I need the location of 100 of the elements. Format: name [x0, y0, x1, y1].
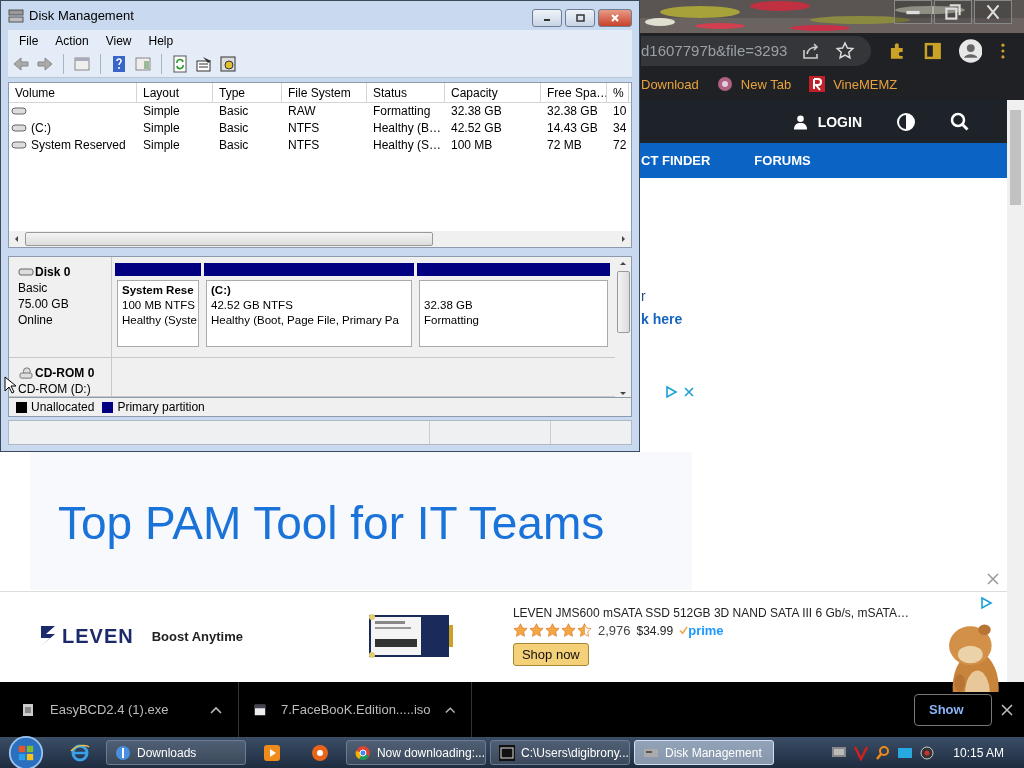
- window-title: Disk Management: [29, 8, 134, 24]
- table-cell-text: 72 MB: [546, 138, 583, 153]
- table-cell-text: 100 MB: [450, 138, 494, 153]
- scrollbar[interactable]: [1007, 100, 1024, 682]
- ad-banner[interactable]: Top PAM Tool for IT Teams: [30, 452, 692, 590]
- back-arrow-icon[interactable]: [12, 54, 30, 73]
- nav-link[interactable]: CT FINDER: [641, 153, 711, 168]
- product-title[interactable]: LEVEN JMS600 mSATA SSD 512GB 3D NAND SATA III 6 Gb/s, mSATA…: [512, 606, 910, 620]
- brand-logo: LEVEN: [38, 624, 134, 648]
- speaker-icon[interactable]: [919, 744, 936, 761]
- taskbar-button[interactable]: C:\Users\digibrony...: [490, 740, 630, 765]
- column-header[interactable]: %: [607, 82, 629, 102]
- table-cell-text: Simple: [142, 138, 181, 153]
- table-cell: System Reserved: [31, 138, 126, 153]
- scroll-left-icon[interactable]: [13, 235, 21, 244]
- drive-icon: [11, 140, 27, 151]
- search-icon[interactable]: [950, 111, 970, 132]
- magnifier-icon[interactable]: [875, 744, 892, 761]
- media-player-icon[interactable]: [262, 742, 282, 763]
- table-cell-text: Simple: [142, 121, 181, 136]
- terminal-icon: [499, 744, 515, 761]
- star-icon[interactable]: [835, 40, 856, 61]
- sidebar-icon[interactable]: [923, 40, 943, 61]
- drive-icon: [11, 123, 27, 134]
- legend-label: Primary partition: [117, 400, 205, 414]
- caret-icon[interactable]: [444, 705, 455, 714]
- r-logo-icon: [809, 76, 826, 92]
- text-fragment: r: [641, 288, 646, 304]
- table-cell-text: 32.38 GB: [450, 104, 503, 119]
- table-cell-text: RAW: [287, 104, 317, 119]
- clock: 10:15 AM: [953, 745, 1004, 760]
- start-button[interactable]: [8, 734, 44, 768]
- column-header[interactable]: File System: [282, 82, 367, 102]
- table-cell-text: 10: [612, 104, 628, 119]
- caret-icon[interactable]: [210, 705, 222, 714]
- drive-icon: [11, 106, 27, 117]
- ad-headline: Top PAM Tool for IT Teams: [58, 496, 605, 550]
- app-icon: [8, 7, 24, 24]
- review-count: 2,976: [597, 623, 631, 638]
- column-header[interactable]: Capacity: [445, 82, 541, 102]
- star-icon: [528, 623, 544, 638]
- menu-item[interactable]: View: [105, 33, 132, 48]
- adchoices-icon[interactable]: [979, 596, 993, 610]
- close-button[interactable]: [598, 9, 632, 27]
- table-cell-text: Healthy (S…: [372, 138, 443, 153]
- user-icon: [792, 113, 808, 130]
- settings-icon[interactable]: [219, 54, 237, 73]
- close-icon[interactable]: [974, 0, 1012, 24]
- table-cell-text: Simple: [142, 104, 181, 119]
- drive-icon: [18, 266, 34, 279]
- browser-icon[interactable]: [70, 742, 90, 763]
- taskbar-button[interactable]: Now downloading:...: [346, 740, 486, 765]
- bookmark[interactable]: New Tab: [716, 76, 792, 92]
- table-cell-text: 32.38 GB: [546, 104, 599, 119]
- show-all-button[interactable]: Show: [914, 693, 992, 726]
- address-bar[interactable]: d1607797b&file=3293: [641, 35, 872, 66]
- table-cell-text: NTFS: [287, 121, 321, 136]
- close-icon[interactable]: [1000, 702, 1014, 717]
- menu-item[interactable]: Action: [55, 33, 89, 48]
- column-header[interactable]: Free Spa…: [541, 82, 607, 102]
- column-header[interactable]: Status: [367, 82, 445, 102]
- shop-now-button[interactable]: Shop now: [512, 643, 589, 666]
- restore-icon[interactable]: [934, 0, 972, 24]
- table-cell-text: Basic: [218, 138, 250, 153]
- minimize-button[interactable]: [532, 9, 562, 27]
- login-link[interactable]: LOGIN: [792, 113, 862, 130]
- refresh-icon[interactable]: [171, 54, 189, 73]
- adchoices-icon[interactable]: [664, 385, 678, 399]
- app-icon[interactable]: [310, 742, 330, 763]
- globe-icon: [716, 76, 733, 92]
- contrast-icon[interactable]: [896, 111, 916, 132]
- bookmark[interactable]: Download: [641, 76, 699, 92]
- avatar-icon[interactable]: [958, 38, 983, 63]
- link[interactable]: k here: [641, 311, 683, 327]
- help-icon[interactable]: [110, 54, 128, 73]
- table-cell-text: Basic: [218, 121, 250, 136]
- column-header[interactable]: Layout: [137, 82, 213, 102]
- menu-item[interactable]: File: [19, 33, 39, 48]
- menu-item[interactable]: Help: [148, 33, 174, 48]
- close-icon: [609, 13, 621, 23]
- table-cell-text: Basic: [218, 104, 250, 119]
- table-cell-text: 42.52 GB: [450, 121, 503, 136]
- taskbar-button[interactable]: Downloads: [106, 740, 246, 765]
- table-cell-text: Healthy (B…: [372, 121, 443, 136]
- bookmark[interactable]: VineMEMZ: [809, 76, 898, 92]
- table-cell-text: Formatting: [372, 104, 432, 119]
- maximize-button[interactable]: [565, 9, 595, 27]
- minimize-icon[interactable]: [894, 0, 932, 24]
- scrollbar[interactable]: [9, 231, 631, 248]
- column-header[interactable]: Volume: [9, 82, 137, 102]
- properties-icon[interactable]: [195, 54, 213, 73]
- forward-arrow-icon[interactable]: [36, 54, 54, 73]
- scroll-right-icon[interactable]: [619, 235, 627, 244]
- star-icon: [544, 623, 560, 638]
- table-cell-text: 14.43 GB: [546, 121, 599, 136]
- legend-label: Unallocated: [31, 400, 95, 414]
- nav-link[interactable]: FORUMS: [754, 153, 811, 168]
- column-header[interactable]: Type: [213, 82, 282, 102]
- scroll-down-icon[interactable]: [619, 389, 627, 398]
- star-icon: [560, 623, 576, 638]
